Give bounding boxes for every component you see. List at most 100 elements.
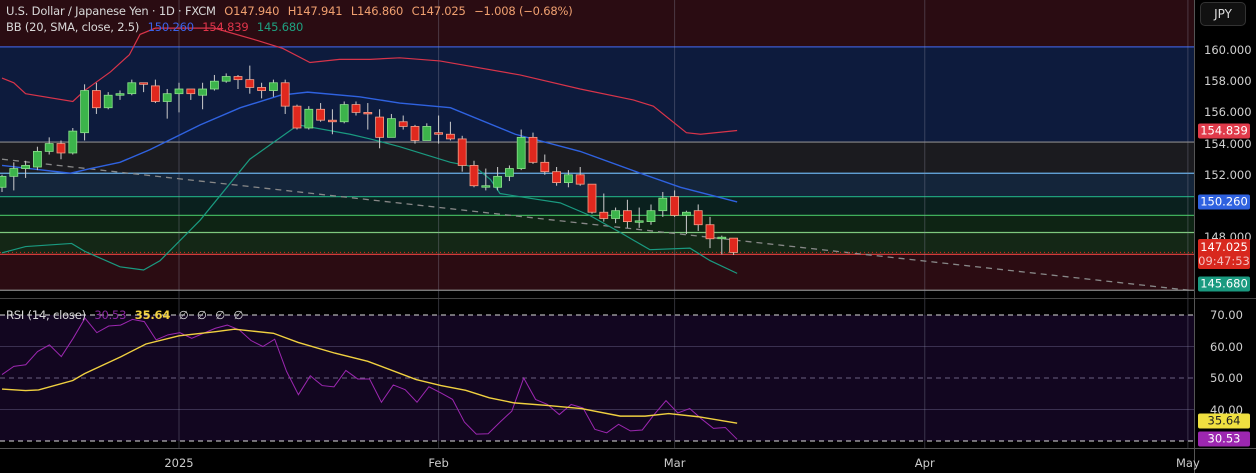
bb-legend[interactable]: BB (20, SMA, close, 2.5) 150.260 154.839… (6, 20, 308, 34)
candle-body (623, 210, 632, 222)
rsi-axis-label: 70.00 (1210, 308, 1243, 322)
candle-body (634, 220, 644, 223)
candle (68, 128, 78, 155)
candle-body (304, 108, 314, 129)
rsi-ma-tag: 35.64 (1198, 413, 1250, 429)
candle-body (198, 88, 208, 96)
last-price: 147.025 (1200, 240, 1248, 254)
price-axis-label: 158.000 (1204, 74, 1252, 89)
change-value: −1.008 (−0.68%) (474, 4, 573, 18)
candle-body (646, 210, 656, 222)
candle-body (9, 168, 19, 177)
candle (410, 124, 420, 144)
candle-body (599, 211, 609, 219)
candle-body (139, 82, 149, 85)
low-value: L146.860 (350, 4, 404, 18)
bb-upper-price-tag: 154.839 (1198, 123, 1250, 139)
candle (80, 84, 89, 141)
candle-body (717, 236, 727, 240)
rsi-value: 30.53 (94, 308, 127, 322)
close-value: C147.025 (411, 4, 466, 18)
price-axis-label: 160.000 (1204, 43, 1252, 57)
candle-body (351, 104, 361, 113)
price-axis-label: 156.000 (1204, 105, 1252, 120)
candle-body (398, 121, 408, 127)
bar-countdown: 09:47:53 (1198, 254, 1250, 268)
candle-body (186, 88, 196, 95)
candle-body (33, 150, 42, 168)
candle-body (56, 143, 66, 154)
candle-body (268, 82, 278, 91)
candle-body (540, 161, 550, 173)
time-axis-label: 2025 (164, 456, 194, 470)
rsi-axis-label: 60.00 (1210, 339, 1243, 354)
rsi-extra-value: ∅ (196, 308, 207, 322)
candle-body (327, 119, 337, 123)
candle-body (115, 93, 125, 96)
bb-lower-value: 145.680 (256, 20, 304, 34)
rsi-ma-value: 35.64 (134, 308, 171, 322)
price-axis-label: 154.000 (1204, 136, 1252, 151)
bb-upper-value: 154.839 (202, 20, 249, 34)
symbol-legend: U.S. Dollar / Japanese Yen · 1D · FXCM O… (6, 4, 577, 18)
chart-canvas[interactable] (0, 0, 1256, 473)
candle-body (457, 138, 467, 166)
candle-body (92, 90, 101, 109)
time-axis-label: Apr (914, 456, 935, 470)
candle-body (481, 185, 491, 188)
candle-body (162, 93, 172, 102)
candle (587, 183, 597, 214)
open-value: O147.940 (224, 4, 280, 18)
candle-body (363, 112, 373, 115)
candle (339, 101, 349, 124)
rsi-extra-value: ∅ (178, 308, 189, 322)
symbol-title: U.S. Dollar / Japanese Yen · 1D · FXCM (6, 4, 216, 18)
candle-body (233, 76, 243, 81)
candle-body (564, 174, 573, 184)
rsi-legend[interactable]: RSI (14, close) 30.53 35.64 ∅ ∅ ∅ ∅ (6, 308, 248, 322)
rsi-extra-value: ∅ (233, 308, 244, 322)
candle-body (257, 87, 267, 91)
candle (304, 106, 314, 130)
price-axis-label: 152.000 (1204, 167, 1252, 182)
bb-label: BB (20, SMA, close, 2.5) (6, 20, 140, 34)
candle-body (469, 165, 479, 187)
candle-body (80, 90, 89, 134)
bb-basis-value: 150.260 (147, 20, 194, 34)
candle-body (68, 130, 78, 154)
candle-body (221, 76, 231, 82)
candle (528, 132, 538, 164)
candle-body (729, 237, 738, 253)
candle-body (493, 175, 503, 188)
bb-lower-price-tag: 145.680 (1198, 276, 1250, 292)
candle-body (611, 210, 620, 219)
candle-body (658, 197, 668, 212)
candle-body (150, 85, 160, 102)
time-axis-label: Mar (663, 456, 686, 470)
candle-body (516, 136, 526, 169)
bb-basis-price-tag: 150.260 (1198, 194, 1250, 210)
high-value: H147.941 (287, 4, 343, 18)
candle (292, 104, 302, 130)
time-axis-label: Feb (428, 456, 449, 470)
candle-body (316, 108, 326, 121)
candle-body (375, 116, 385, 138)
candle-body (21, 165, 31, 169)
candle-body (445, 133, 455, 140)
candle-body (705, 224, 715, 240)
candle-body (0, 175, 7, 188)
time-axis-label: May (1176, 456, 1200, 470)
candle-body (410, 126, 420, 141)
candle-body (174, 88, 184, 95)
candle-body (670, 196, 679, 216)
candle-body (386, 118, 396, 138)
candle-body (339, 104, 349, 123)
rsi-axis-label: 50.00 (1210, 371, 1243, 385)
candle-body (209, 80, 219, 90)
candle-body (280, 82, 290, 107)
currency-button[interactable]: JPY (1200, 2, 1246, 26)
candle-body (504, 168, 514, 177)
candle-body (127, 82, 137, 95)
candle-body (434, 132, 444, 135)
candle-body (528, 136, 538, 163)
